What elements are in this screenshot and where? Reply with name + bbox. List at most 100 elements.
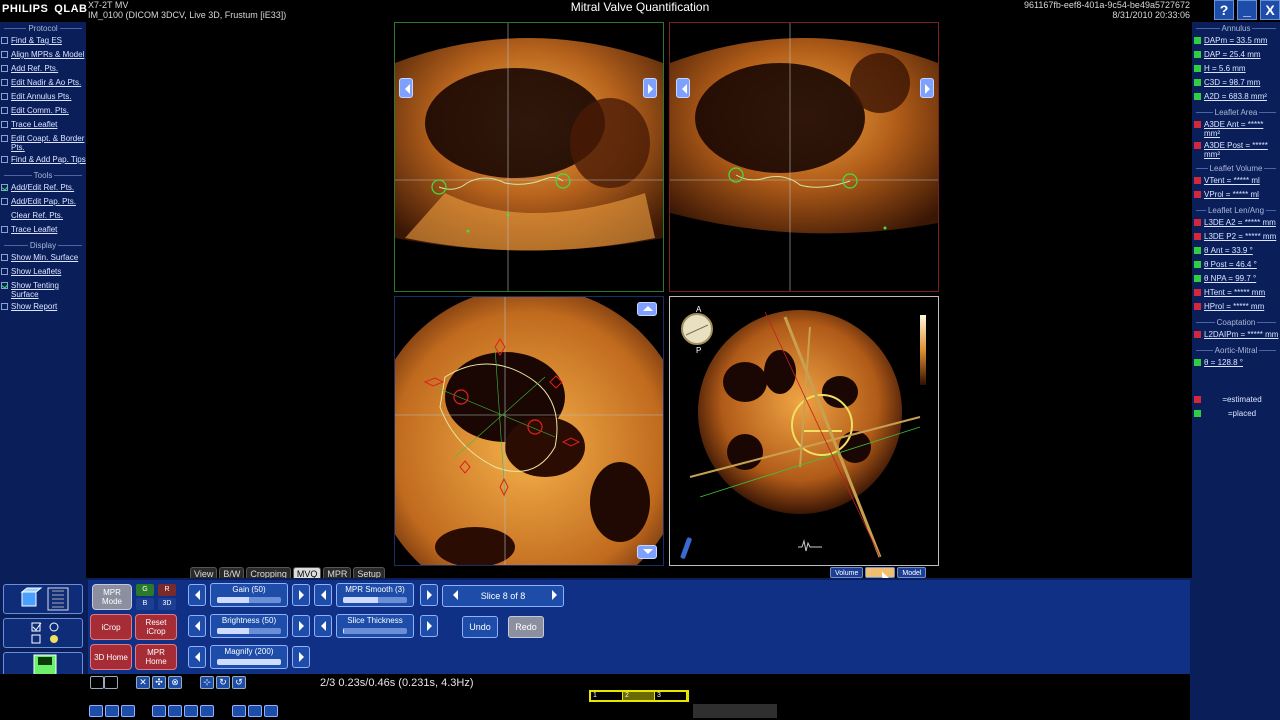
speed-up-icon[interactable] [184, 705, 198, 717]
rotate-left-button-2[interactable] [676, 78, 690, 98]
help-button[interactable]: ? [1214, 0, 1234, 20]
reset-icrop-button[interactable]: Reset iCrop [135, 614, 177, 640]
view-volume-button[interactable]: Volume [830, 567, 864, 578]
view-model-button[interactable]: Model [897, 567, 927, 578]
reset-rotate-icon[interactable]: ↺ [232, 676, 246, 689]
blue-plane-button[interactable]: B [136, 598, 154, 610]
mpr-smooth-increase-button[interactable] [420, 584, 438, 606]
checkbox[interactable] [1, 156, 8, 163]
close-button[interactable]: X [1260, 0, 1280, 20]
slice-prev-icon[interactable] [448, 590, 458, 600]
first-frame-icon[interactable] [89, 705, 103, 717]
timeline-frame[interactable]: 1 [591, 692, 623, 700]
mpr-mode-button[interactable]: MPR Mode [92, 584, 132, 610]
layout-single-icon[interactable] [90, 676, 104, 689]
measurement-item[interactable]: A2D = 683.8 mm² [1192, 92, 1280, 103]
mpr-home-button[interactable]: MPR Home [135, 644, 177, 670]
cancel-icon[interactable]: ✕ [136, 676, 150, 689]
measurement-item[interactable]: L3DE A2 = ***** mm [1192, 218, 1280, 229]
green-plane-button[interactable]: G [136, 584, 154, 596]
play-icon[interactable] [152, 705, 166, 717]
next-frame-icon[interactable] [232, 705, 246, 717]
left-panel-item[interactable]: Find & Tag ES [0, 36, 86, 47]
checkbox[interactable] [1, 226, 8, 233]
prev-frame-icon[interactable] [121, 705, 135, 717]
transform-icon[interactable]: ⊹ [200, 676, 214, 689]
slice-next-icon[interactable] [552, 590, 562, 600]
rotate-right-button-2[interactable] [920, 78, 934, 98]
measurement-item[interactable]: C3D = 98.7 mm [1192, 78, 1280, 89]
measurement-item[interactable]: θ Ant = 33.9 ° [1192, 246, 1280, 257]
left-panel-item[interactable]: Edit Coapt. & Border Pts. [0, 134, 86, 152]
checklist-button[interactable] [3, 618, 83, 648]
checkbox[interactable] [1, 107, 8, 114]
brightness-decrease-button[interactable] [188, 615, 206, 637]
next-beat-icon[interactable] [248, 705, 262, 717]
crosshair-icon[interactable]: ✣ [152, 676, 166, 689]
timeline-scrollbar[interactable] [693, 704, 777, 718]
checkbox[interactable] [1, 198, 8, 205]
3d-plane-button[interactable]: 3D [158, 598, 176, 610]
last-frame-icon[interactable] [264, 705, 278, 717]
measurement-item[interactable]: DAP = 25.4 mm [1192, 50, 1280, 61]
measurement-item[interactable]: L2DAIPm = ***** mm [1192, 330, 1280, 341]
checkbox[interactable] [1, 184, 8, 191]
gain-slider[interactable]: Gain (50) [210, 583, 288, 607]
left-panel-item[interactable]: Show Report [0, 302, 86, 313]
left-panel-item[interactable]: Add/Edit Ref. Pts. [0, 183, 86, 194]
minimize-button[interactable]: _ [1237, 0, 1257, 20]
left-panel-item[interactable]: Show Tenting Surface [0, 281, 86, 299]
checkbox[interactable] [1, 135, 8, 142]
left-panel-item[interactable]: Clear Ref. Pts. [0, 211, 86, 222]
measurement-item[interactable]: HTent = ***** mm [1192, 288, 1280, 299]
rotate-left-button[interactable] [399, 78, 413, 98]
checkbox[interactable] [1, 268, 8, 275]
checkbox[interactable] [1, 79, 8, 86]
checkbox[interactable] [1, 303, 8, 310]
measurement-item[interactable]: H = 5.6 mm [1192, 64, 1280, 75]
slice-up-button[interactable] [637, 302, 657, 316]
slice-thickness-increase-button[interactable] [420, 615, 438, 637]
mpr-view-green[interactable] [394, 22, 664, 292]
speed-down-icon[interactable] [200, 705, 214, 717]
checkbox[interactable] [1, 65, 8, 72]
timeline-frame[interactable]: 2 [623, 692, 655, 700]
left-panel-item[interactable]: Align MPRs & Model [0, 50, 86, 61]
mpr-smooth-decrease-button[interactable] [314, 584, 332, 606]
volume-layout-button[interactable] [3, 584, 83, 614]
measurement-item[interactable]: θ Post = 46.4 ° [1192, 260, 1280, 271]
measurement-item[interactable]: HProl = ***** mm [1192, 302, 1280, 313]
3d-home-button[interactable]: 3D Home [90, 644, 132, 670]
gain-decrease-button[interactable] [188, 584, 206, 606]
slice-down-button[interactable] [637, 545, 657, 559]
measurement-item[interactable]: VProl = ***** ml [1192, 190, 1280, 201]
rotate-right-button[interactable] [643, 78, 657, 98]
layout-dual-icon[interactable] [104, 676, 118, 689]
checkbox[interactable] [1, 37, 8, 44]
no-entry-icon[interactable]: ⊗ [168, 676, 182, 689]
measurement-item[interactable]: L3DE P2 = ***** mm [1192, 232, 1280, 243]
timeline-frame[interactable]: 3 [655, 692, 687, 700]
rotate-icon[interactable]: ↻ [216, 676, 230, 689]
left-panel-item[interactable]: Add/Edit Pap. Pts. [0, 197, 86, 208]
checkbox[interactable] [1, 93, 8, 100]
left-panel-item[interactable]: Add Ref. Pts. [0, 64, 86, 75]
left-panel-item[interactable]: Trace Leaflet [0, 225, 86, 236]
left-panel-item[interactable]: Show Leaflets [0, 267, 86, 278]
prev-beat-icon[interactable] [105, 705, 119, 717]
left-panel-item[interactable]: Edit Comm. Pts. [0, 106, 86, 117]
magnify-decrease-button[interactable] [188, 646, 206, 668]
left-panel-item[interactable]: Find & Add Pap. Tips [0, 155, 86, 166]
redo-button[interactable]: Redo [508, 616, 544, 638]
slice-thickness-decrease-button[interactable] [314, 615, 332, 637]
mpr-smooth-slider[interactable]: MPR Smooth (3) [336, 583, 414, 607]
left-panel-item[interactable]: Trace Leaflet [0, 120, 86, 131]
undo-button[interactable]: Undo [462, 616, 498, 638]
left-panel-item[interactable]: Edit Nadir & Ao Pts. [0, 78, 86, 89]
play-loop-icon[interactable] [168, 705, 182, 717]
mpr-view-blue[interactable] [394, 296, 664, 566]
checkbox[interactable] [1, 51, 8, 58]
red-plane-button[interactable]: R [158, 584, 176, 596]
measurement-item[interactable]: A3DE Ant = ***** mm² [1192, 120, 1280, 138]
measurement-item[interactable]: θ = 128.8 ° [1192, 358, 1280, 369]
